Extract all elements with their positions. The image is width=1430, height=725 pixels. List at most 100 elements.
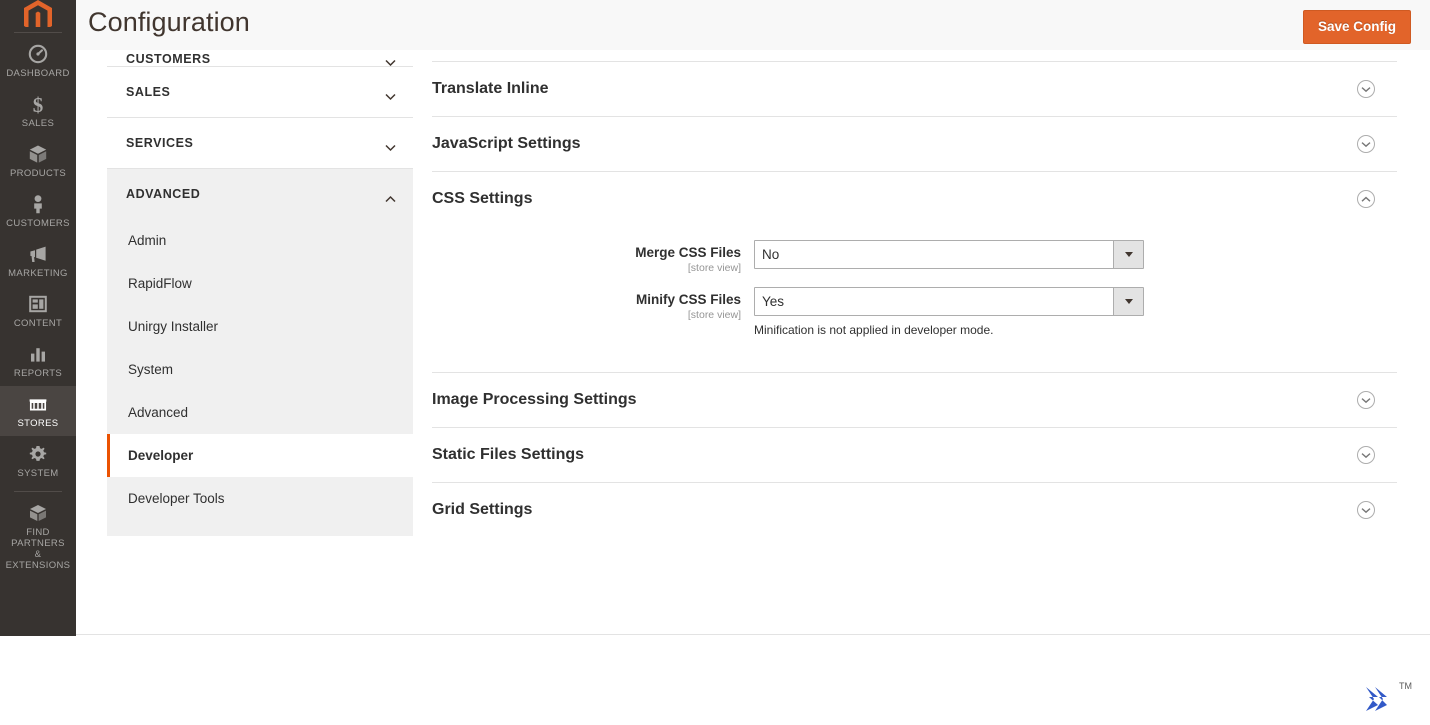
field-label-text: Minify CSS Files: [635, 292, 741, 307]
save-config-button[interactable]: Save Config: [1302, 10, 1411, 44]
config-subitem-list: Admin RapidFlow Unirgy Installer System …: [107, 219, 413, 536]
chevron-down-icon: [385, 88, 396, 101]
dollar-sign-icon: $: [2, 93, 74, 117]
chevron-up-circle-icon[interactable]: [1357, 190, 1375, 208]
config-group-header[interactable]: ADVANCED: [107, 169, 413, 219]
chevron-down-circle-icon[interactable]: [1357, 80, 1375, 98]
select-value: No: [762, 247, 780, 262]
sidebar-item-products[interactable]: PRODUCTS: [0, 136, 76, 186]
chevron-down-icon: [385, 54, 396, 66]
config-group-title: SALES: [126, 85, 171, 99]
section-css-settings: CSS Settings Merge CSS Files [store view…: [432, 171, 1397, 372]
field-merge-css-files: Merge CSS Files [store view] No: [432, 240, 1397, 275]
chevron-down-icon[interactable]: [1113, 288, 1143, 315]
chevron-down-icon: [385, 139, 396, 152]
section-header[interactable]: Static Files Settings: [432, 428, 1397, 482]
storefront-icon: [2, 393, 74, 415]
field-label: Minify CSS Files [store view]: [432, 287, 754, 322]
section-header[interactable]: JavaScript Settings: [432, 117, 1397, 171]
footer-logo[interactable]: TM: [1360, 679, 1412, 713]
page-title: Configuration: [88, 7, 250, 37]
field-minify-css-files: Minify CSS Files [store view] Yes Minifi…: [432, 287, 1397, 338]
box-icon: [2, 143, 74, 165]
dashboard-gauge-icon: [2, 43, 74, 65]
sidebar-item-label: CONTENT: [13, 318, 63, 329]
config-section-nav: CUSTOMERS SALES SERVICES ADVANCED Admin …: [107, 50, 413, 536]
config-subitem-developer-tools[interactable]: Developer Tools: [107, 477, 413, 520]
section-title: JavaScript Settings: [432, 135, 581, 152]
nav-divider-bottom: [14, 491, 62, 492]
config-group-sales[interactable]: SALES: [107, 67, 413, 118]
config-group-title: SERVICES: [126, 136, 194, 150]
section-header[interactable]: Translate Inline: [432, 62, 1397, 116]
field-control: Yes Minification is not applied in devel…: [754, 287, 1397, 338]
layout-panels-icon: [2, 293, 74, 315]
chevron-down-circle-icon[interactable]: [1357, 501, 1375, 519]
sidebar-item-label: MARKETING: [8, 268, 68, 279]
sidebar-item-label: SYSTEM: [17, 468, 59, 479]
sidebar-item-customers[interactable]: CUSTOMERS: [0, 186, 76, 236]
megaphone-icon: [2, 243, 74, 265]
config-subitem-unirgy-installer[interactable]: Unirgy Installer: [107, 305, 413, 348]
sidebar-item-marketing[interactable]: MARKETING: [0, 236, 76, 286]
field-scope: [store view]: [687, 309, 741, 321]
config-group-header[interactable]: SALES: [107, 67, 413, 117]
bar-chart-icon: [2, 343, 74, 365]
select-value: Yes: [762, 294, 785, 309]
chevron-up-icon: [385, 190, 396, 203]
sidebar-item-label: DASHBOARD: [6, 68, 70, 79]
nav-divider-top: [14, 32, 62, 33]
field-label: Merge CSS Files [store view]: [432, 240, 754, 275]
sidebar-item-dashboard[interactable]: DASHBOARD: [0, 36, 76, 86]
sidebar-item-label: SALES: [21, 118, 55, 129]
section-title: CSS Settings: [432, 190, 533, 207]
config-group-services[interactable]: SERVICES: [107, 118, 413, 169]
section-header[interactable]: Image Processing Settings: [432, 373, 1397, 427]
settings-accordion: Translate Inline JavaScript Settings CSS…: [432, 50, 1397, 537]
sidebar-item-find-partners[interactable]: FIND PARTNERS & EXTENSIONS: [0, 495, 76, 578]
merge-css-files-select[interactable]: No: [754, 240, 1144, 269]
config-subitem-system[interactable]: System: [107, 348, 413, 391]
config-group-title: CUSTOMERS: [126, 52, 211, 66]
sidebar-item-content[interactable]: CONTENT: [0, 286, 76, 336]
config-subitem-admin[interactable]: Admin: [107, 219, 413, 262]
config-subitem-developer[interactable]: Developer: [107, 434, 413, 477]
sidebar-item-label: FIND PARTNERS & EXTENSIONS: [5, 527, 71, 571]
chevron-down-circle-icon[interactable]: [1357, 135, 1375, 153]
person-icon: [2, 193, 74, 215]
sidebar-item-stores[interactable]: STORES: [0, 386, 76, 436]
config-group-advanced[interactable]: ADVANCED Admin RapidFlow Unirgy Installe…: [107, 169, 413, 536]
admin-page: DASHBOARD $ SALES PRODUCTS CUSTOMERS MAR…: [0, 0, 1430, 725]
section-title: Image Processing Settings: [432, 391, 637, 408]
chevron-down-circle-icon[interactable]: [1357, 391, 1375, 409]
package-icon: [2, 502, 74, 524]
sidebar-item-label: STORES: [17, 418, 59, 429]
section-javascript-settings: JavaScript Settings: [432, 116, 1397, 171]
admin-sidebar: DASHBOARD $ SALES PRODUCTS CUSTOMERS MAR…: [0, 0, 76, 636]
chevron-down-circle-icon[interactable]: [1357, 446, 1375, 464]
field-scope: [store view]: [687, 262, 741, 274]
section-body: Merge CSS Files [store view] No Minify C…: [432, 226, 1397, 372]
magento-logo-icon: [24, 0, 52, 27]
section-title: Grid Settings: [432, 501, 533, 518]
section-grid-settings: Grid Settings: [432, 482, 1397, 537]
section-header[interactable]: CSS Settings: [432, 172, 1397, 226]
sidebar-item-label: PRODUCTS: [9, 168, 67, 179]
config-subitem-advanced[interactable]: Advanced: [107, 391, 413, 434]
section-translate-inline: Translate Inline: [432, 61, 1397, 116]
gear-icon: [2, 443, 74, 465]
magento-logo[interactable]: [0, 0, 76, 27]
sidebar-item-system[interactable]: SYSTEM: [0, 436, 76, 486]
sidebar-item-reports[interactable]: REPORTS: [0, 336, 76, 386]
section-static-files-settings: Static Files Settings: [432, 427, 1397, 482]
config-subitem-rapidflow[interactable]: RapidFlow: [107, 262, 413, 305]
config-group-header[interactable]: SERVICES: [107, 118, 413, 168]
section-header[interactable]: Grid Settings: [432, 483, 1397, 537]
sidebar-item-sales[interactable]: $ SALES: [0, 86, 76, 136]
chevron-down-icon[interactable]: [1113, 241, 1143, 268]
config-group-customers[interactable]: CUSTOMERS: [107, 50, 413, 67]
svg-text:$: $: [33, 93, 44, 115]
field-control: No: [754, 240, 1397, 269]
config-group-header[interactable]: CUSTOMERS: [107, 50, 413, 66]
minify-css-files-select[interactable]: Yes: [754, 287, 1144, 316]
